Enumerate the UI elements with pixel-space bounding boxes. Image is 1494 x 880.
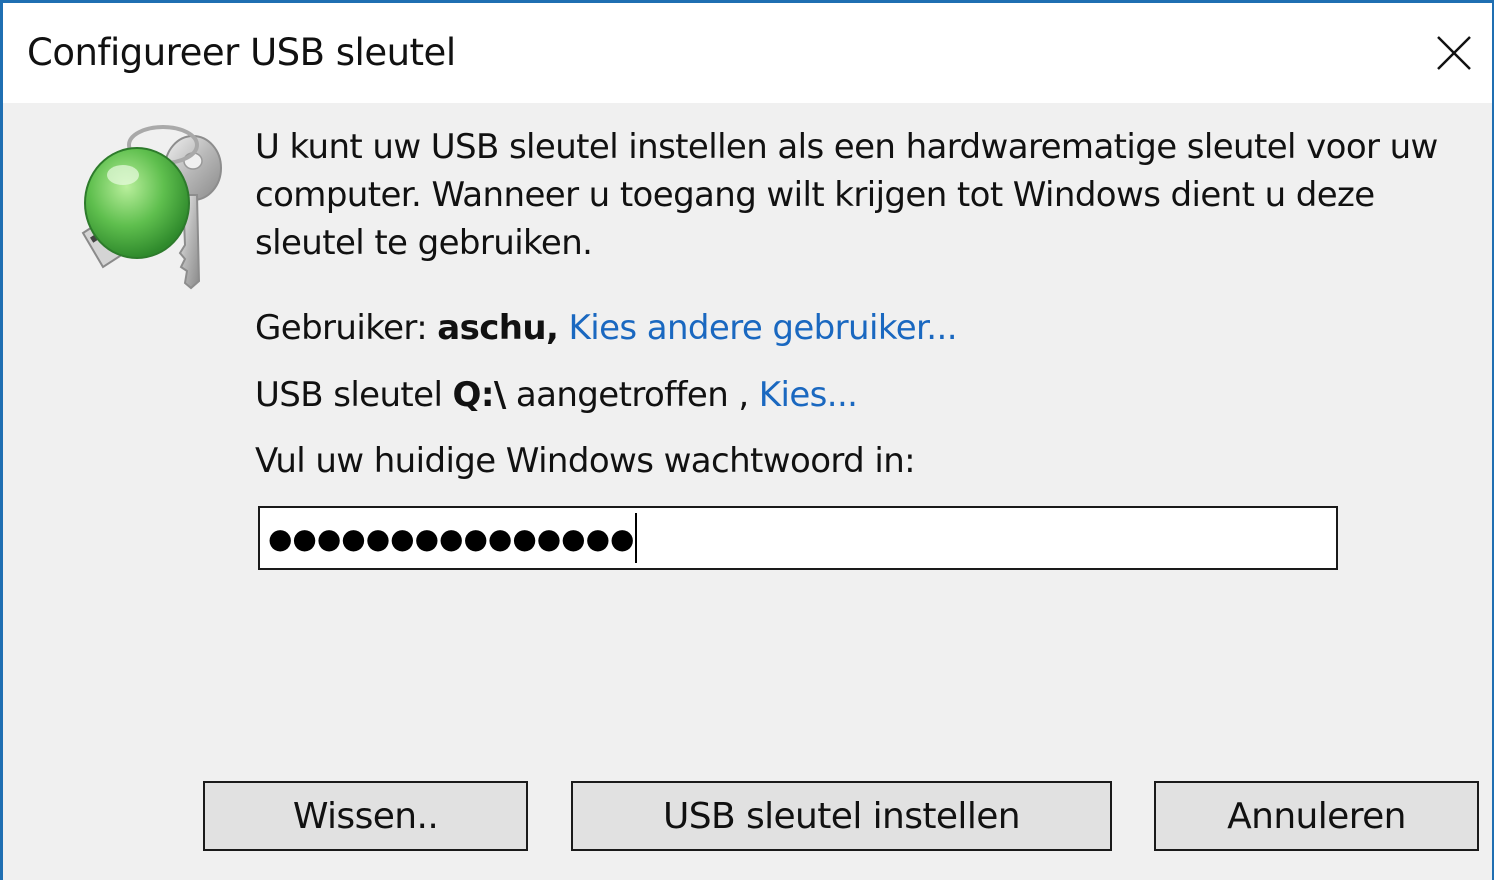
usb-key-icon: [75, 123, 235, 297]
usb-prefix: USB sleutel: [255, 375, 453, 415]
usb-line: USB sleutel Q:\ aangetroffen , Kies...: [255, 375, 858, 415]
username: aschu,: [437, 308, 559, 348]
usb-drive: Q:\: [452, 375, 507, 415]
intro-text: U kunt uw USB sleutel instellen als een …: [255, 127, 1438, 263]
dialog-content: U kunt uw USB sleutel instellen als een …: [3, 103, 1492, 880]
user-line: Gebruiker: aschu, Kies andere gebruiker.…: [255, 308, 958, 348]
set-usb-key-button[interactable]: USB sleutel instellen: [571, 781, 1112, 851]
close-button[interactable]: [1424, 23, 1484, 83]
dialog-window: Configureer USB sleutel U kunt uw USB sl…: [0, 0, 1494, 880]
clear-button[interactable]: Wissen..: [203, 781, 528, 851]
password-masked-value: ●●●●●●●●●●●●●●●: [268, 521, 635, 555]
text-caret: [635, 513, 638, 563]
choose-other-user-link[interactable]: Kies andere gebruiker...: [569, 308, 958, 348]
choose-usb-link[interactable]: Kies...: [759, 375, 858, 415]
close-icon: [1437, 36, 1471, 70]
window-title: Configureer USB sleutel: [27, 31, 456, 74]
title-bar: Configureer USB sleutel: [3, 3, 1492, 103]
password-input[interactable]: ●●●●●●●●●●●●●●●: [258, 506, 1338, 570]
password-label: Vul uw huidige Windows wachtwoord in:: [255, 441, 916, 481]
usb-suffix: aangetroffen ,: [505, 375, 759, 415]
cancel-button[interactable]: Annuleren: [1154, 781, 1479, 851]
user-label: Gebruiker:: [255, 308, 438, 348]
